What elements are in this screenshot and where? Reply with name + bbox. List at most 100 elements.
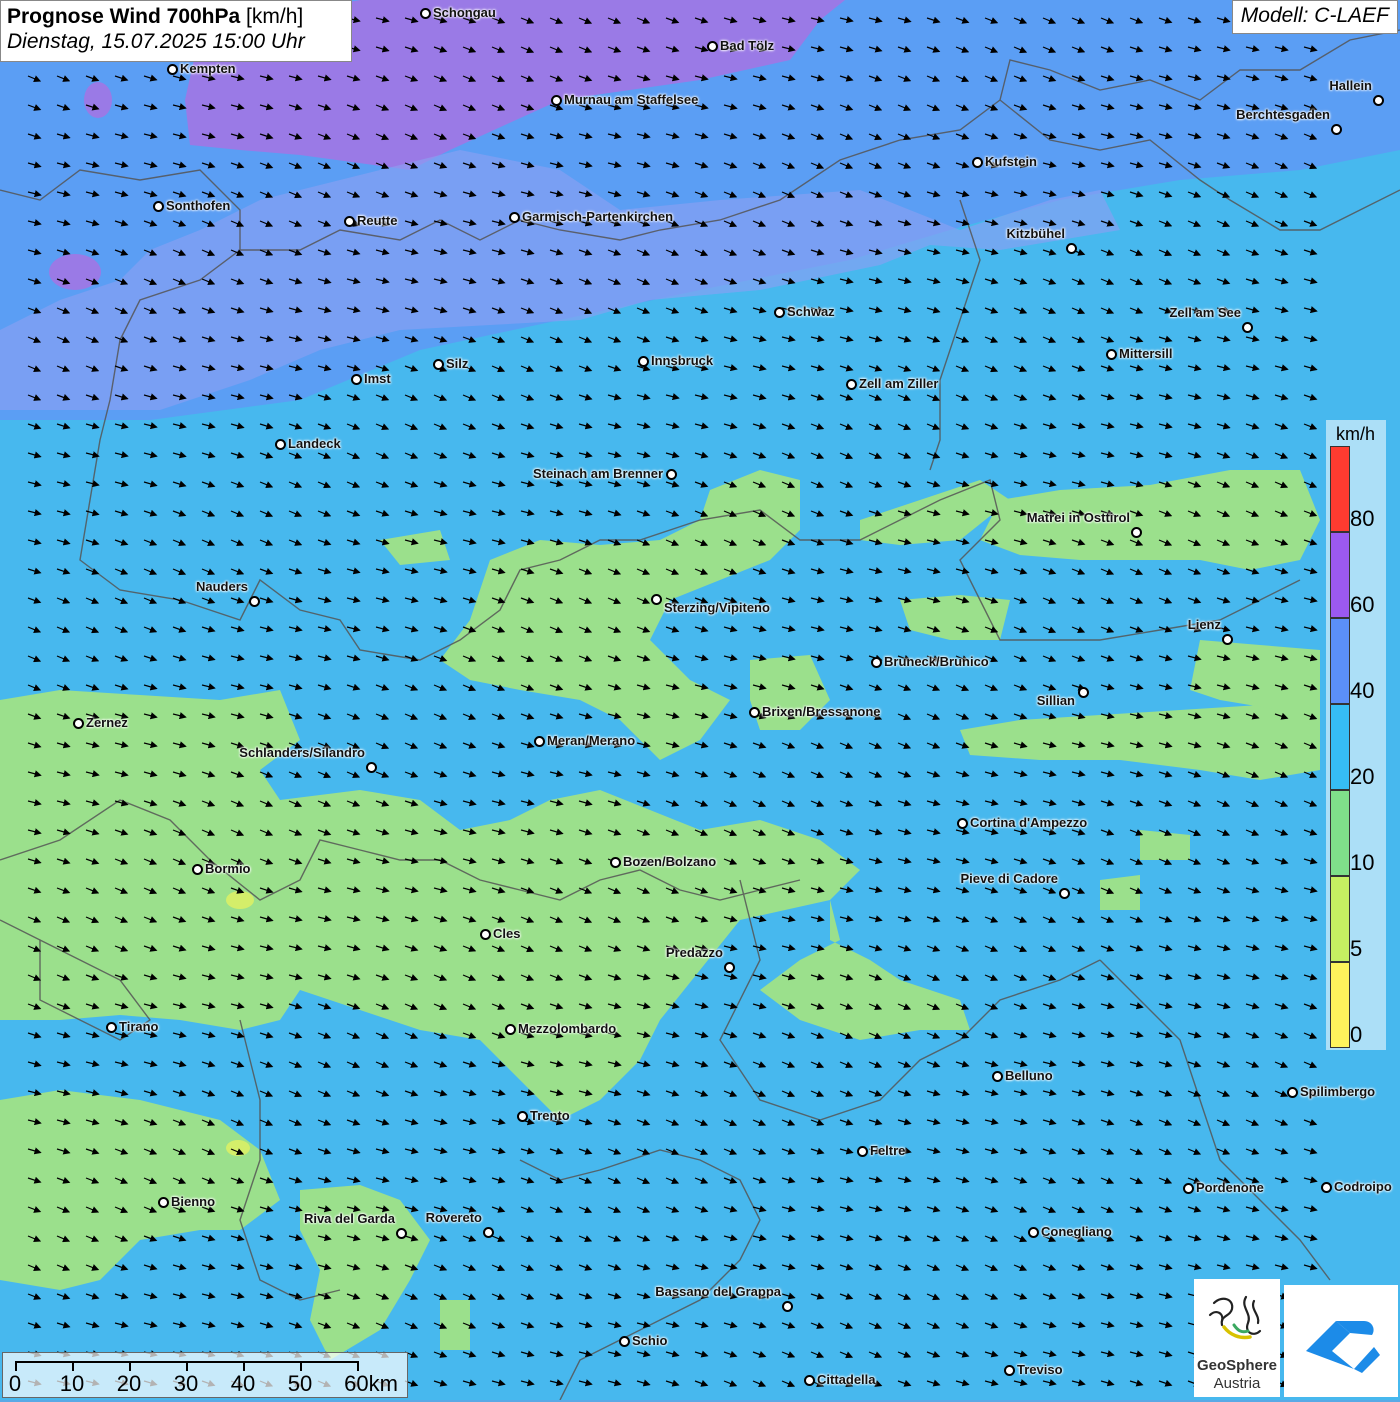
city-label: Nauders	[195, 579, 248, 594]
city-label: Schwaz	[787, 304, 835, 319]
city-marker	[509, 212, 520, 223]
city-marker	[1222, 634, 1233, 645]
city-label: Brixen/Bressanone	[762, 704, 881, 719]
city-label: Mezzolombardo	[518, 1021, 617, 1036]
city-label: Feltre	[870, 1143, 906, 1158]
field-green	[1100, 875, 1140, 910]
map-title-bold: Prognose Wind 700hPa	[7, 5, 241, 28]
scale-tick	[300, 1361, 302, 1371]
city-label: Treviso	[1017, 1362, 1063, 1377]
city-label: Bienno	[171, 1194, 216, 1209]
city-marker	[804, 1375, 815, 1386]
city-marker	[153, 201, 164, 212]
city-marker	[158, 1197, 169, 1208]
city-label: Sterzing/Vipiteno	[664, 600, 770, 615]
city-marker	[992, 1071, 1003, 1082]
legend-color-segment	[1330, 962, 1350, 1048]
city-marker	[1106, 349, 1117, 360]
city-label: Cles	[493, 926, 521, 941]
city-marker	[1183, 1183, 1194, 1194]
city-marker	[1004, 1365, 1015, 1376]
city-marker	[249, 596, 260, 607]
legend-color-segment	[1330, 790, 1350, 876]
city-marker	[505, 1024, 516, 1035]
app-logo-icon	[1306, 1321, 1380, 1373]
city-marker	[1059, 888, 1070, 899]
scale-label: 20	[116, 1371, 142, 1396]
scale-tick	[72, 1361, 74, 1371]
legend-unit: km/h	[1336, 424, 1376, 444]
city-label: Kempten	[180, 61, 236, 76]
city-marker	[480, 929, 491, 940]
city-marker	[1331, 124, 1342, 135]
city-marker	[651, 594, 662, 605]
city-marker	[551, 95, 562, 106]
city-label: Cittadella	[817, 1372, 876, 1387]
field-purple-spot	[84, 82, 112, 118]
city-marker	[610, 857, 621, 868]
scale-tick	[357, 1361, 359, 1371]
city-marker	[167, 64, 178, 75]
city-label: Zernez	[86, 715, 128, 730]
scale-label: 10	[59, 1371, 85, 1396]
field-yellow-spot	[226, 891, 254, 909]
geosphere-logo-icon	[1208, 1295, 1262, 1340]
city-marker	[351, 374, 362, 385]
app-logo	[1284, 1285, 1398, 1397]
city-label: Riva del Garda	[303, 1211, 395, 1226]
city-marker	[666, 469, 677, 480]
scale-bar: 0 10 20 30 40 50 60km	[2, 1352, 408, 1398]
city-label: Pieve di Cadore	[960, 871, 1058, 886]
city-label: Schio	[632, 1333, 668, 1348]
city-label: Reutte	[357, 213, 398, 228]
city-label: Imst	[364, 371, 391, 386]
city-marker	[106, 1022, 117, 1033]
legend-color-segment	[1330, 704, 1350, 790]
city-marker	[724, 962, 735, 973]
city-label: Bozen/Bolzano	[623, 854, 717, 869]
map-subtitle: Dienstag, 15.07.2025 15:00 Uhr	[7, 30, 305, 53]
city-label: Garmisch-Partenkirchen	[522, 209, 674, 224]
scale-tick	[186, 1361, 188, 1371]
city-marker	[619, 1336, 630, 1347]
scale-label: 50	[287, 1371, 313, 1396]
city-marker	[517, 1111, 528, 1122]
city-label: Conegliano	[1041, 1224, 1112, 1239]
city-label: Predazzo	[665, 945, 723, 960]
legend-label: 0	[1350, 1022, 1363, 1047]
city-label: Landeck	[288, 436, 341, 451]
legend-label: 60	[1350, 592, 1375, 617]
field-yellow-spot	[226, 1140, 250, 1156]
scale-label: 60km	[344, 1371, 398, 1396]
city-marker	[638, 356, 649, 367]
city-marker	[972, 157, 983, 168]
city-label: Zell am Ziller	[859, 376, 939, 391]
city-marker	[1078, 687, 1089, 698]
legend-label: 20	[1350, 764, 1375, 789]
geosphere-logo-line2: Austria	[1213, 1375, 1261, 1392]
legend-label: 5	[1350, 936, 1363, 961]
scale-label: 0	[8, 1371, 22, 1396]
city-label: Matrei in Osttirol	[1026, 510, 1130, 525]
city-marker	[782, 1301, 793, 1312]
city-marker	[857, 1146, 868, 1157]
field-green	[440, 1300, 470, 1350]
scale-label: 30	[173, 1371, 199, 1396]
legend-label: 40	[1350, 678, 1375, 703]
legend-color-segment	[1330, 446, 1350, 532]
city-label: Cortina d'Ampezzo	[970, 815, 1088, 830]
title-box: Prognose Wind 700hPa [km/h] Dienstag, 15…	[0, 0, 352, 62]
city-marker	[344, 216, 355, 227]
map-title: Prognose Wind 700hPa [km/h]	[7, 5, 345, 29]
map-title-unit: [km/h]	[246, 5, 304, 28]
city-marker	[534, 736, 545, 747]
city-marker	[1321, 1182, 1332, 1193]
city-marker	[871, 657, 882, 668]
city-label: Sillian	[1036, 693, 1075, 708]
city-marker	[1066, 243, 1077, 254]
city-marker	[366, 762, 377, 773]
legend-color-segment	[1330, 618, 1350, 704]
model-label: Modell: C-LAEF	[1231, 0, 1398, 34]
city-label: Meran/Merano	[547, 733, 636, 748]
city-marker	[774, 307, 785, 318]
